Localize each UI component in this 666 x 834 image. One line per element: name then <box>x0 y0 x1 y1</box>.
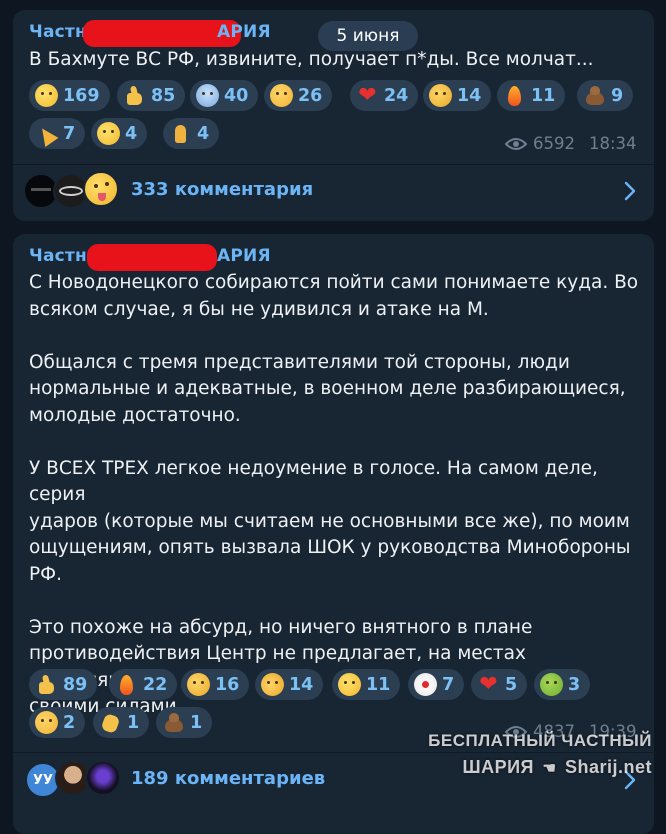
pile-of-poo-emoji-icon <box>583 84 606 107</box>
clapping-hands-emoji-icon <box>99 711 122 734</box>
watermark-line-1: БЕСПЛАТНЫЙ ЧАСТНЫЙ <box>428 731 652 750</box>
fire-emoji-icon <box>115 673 138 696</box>
redaction-mark <box>87 244 217 271</box>
reaction-crying[interactable]: 26 <box>264 80 333 111</box>
party-popper-emoji-icon <box>35 122 58 145</box>
reaction-grinning[interactable]: 11 <box>332 669 401 700</box>
post-time: 18:34 <box>589 134 637 153</box>
comments-button[interactable]: 333 комментария <box>13 165 654 217</box>
reaction-vomiting[interactable]: 3 <box>534 669 591 700</box>
reaction-rolling-laughing[interactable]: 169 <box>29 80 110 111</box>
reaction-thinking[interactable]: 16 <box>181 669 250 700</box>
thinking-face-emoji-icon <box>429 84 452 107</box>
watermark-brand: ШАРИЯ <box>462 757 534 777</box>
exploding-head-emoji-icon <box>261 673 284 696</box>
eye-icon <box>505 137 527 150</box>
watermark-site: Sharij.net <box>564 757 652 777</box>
reaction-folded-hands[interactable]: 4 <box>163 118 220 149</box>
reaction-heart[interactable]: 5 <box>471 669 528 700</box>
reaction-poop[interactable]: 1 <box>156 707 213 738</box>
post-meta: 6592 18:34 <box>505 134 637 153</box>
comments-count: 189 комментариев <box>131 768 326 789</box>
reaction-thumbs-up[interactable]: 89 <box>29 669 98 700</box>
clown-face-emoji-icon <box>414 673 437 696</box>
vomiting-face-emoji-icon <box>540 673 563 696</box>
pile-of-poo-emoji-icon <box>162 711 185 734</box>
watermark: БЕСПЛАТНЫЙ ЧАСТНЫЙ ШАРИЯ ☚ Sharij.net <box>428 728 652 782</box>
date-separator: 5 июня <box>318 21 418 51</box>
thumbs-up-emoji-icon <box>123 84 146 107</box>
reaction-fire[interactable]: 22 <box>109 669 178 700</box>
thumbs-up-emoji-icon <box>35 673 58 696</box>
rolling-laughing-emoji-icon <box>35 84 58 107</box>
reaction-exploding-head[interactable]: 14 <box>255 669 324 700</box>
reaction-clown[interactable]: 7 <box>408 669 465 700</box>
reaction-party[interactable]: 7 <box>29 118 86 149</box>
chevron-right-icon <box>624 181 636 201</box>
red-heart-emoji-icon <box>477 673 500 696</box>
fire-emoji-icon <box>503 84 526 107</box>
reaction-fire[interactable]: 11 <box>497 80 566 111</box>
screaming-face-emoji-icon <box>196 84 219 107</box>
post-text: С Новодонецкого собираются пойти сами по… <box>29 272 639 717</box>
red-heart-emoji-icon <box>356 84 379 107</box>
reaction-thinking[interactable]: 14 <box>423 80 492 111</box>
thinking-face-emoji-icon <box>187 673 210 696</box>
grinning-face-emoji-icon <box>338 673 361 696</box>
reaction-clapping[interactable]: 1 <box>93 707 150 738</box>
comments-count: 333 комментария <box>131 179 314 200</box>
reaction-thumbs-up[interactable]: 85 <box>117 80 186 111</box>
crying-face-emoji-icon <box>35 711 58 734</box>
reaction-screaming[interactable]: 40 <box>190 80 259 111</box>
watermark-line-2: ШАРИЯ ☚ Sharij.net <box>428 754 652 782</box>
view-count: 6592 <box>533 134 575 153</box>
reaction-crying[interactable]: 2 <box>29 707 86 738</box>
crying-face-emoji-icon <box>270 84 293 107</box>
folded-hands-emoji-icon <box>169 122 192 145</box>
dark-figure-avatar <box>85 760 121 796</box>
reaction-poop[interactable]: 9 <box>577 80 634 111</box>
reaction-heart[interactable]: 24 <box>350 80 419 111</box>
reaction-grinning[interactable]: 4 <box>91 118 148 149</box>
grinning-face-emoji-icon <box>97 122 120 145</box>
zany-face-avatar <box>83 171 119 207</box>
pointing-hand-icon: ☚ <box>542 760 557 777</box>
